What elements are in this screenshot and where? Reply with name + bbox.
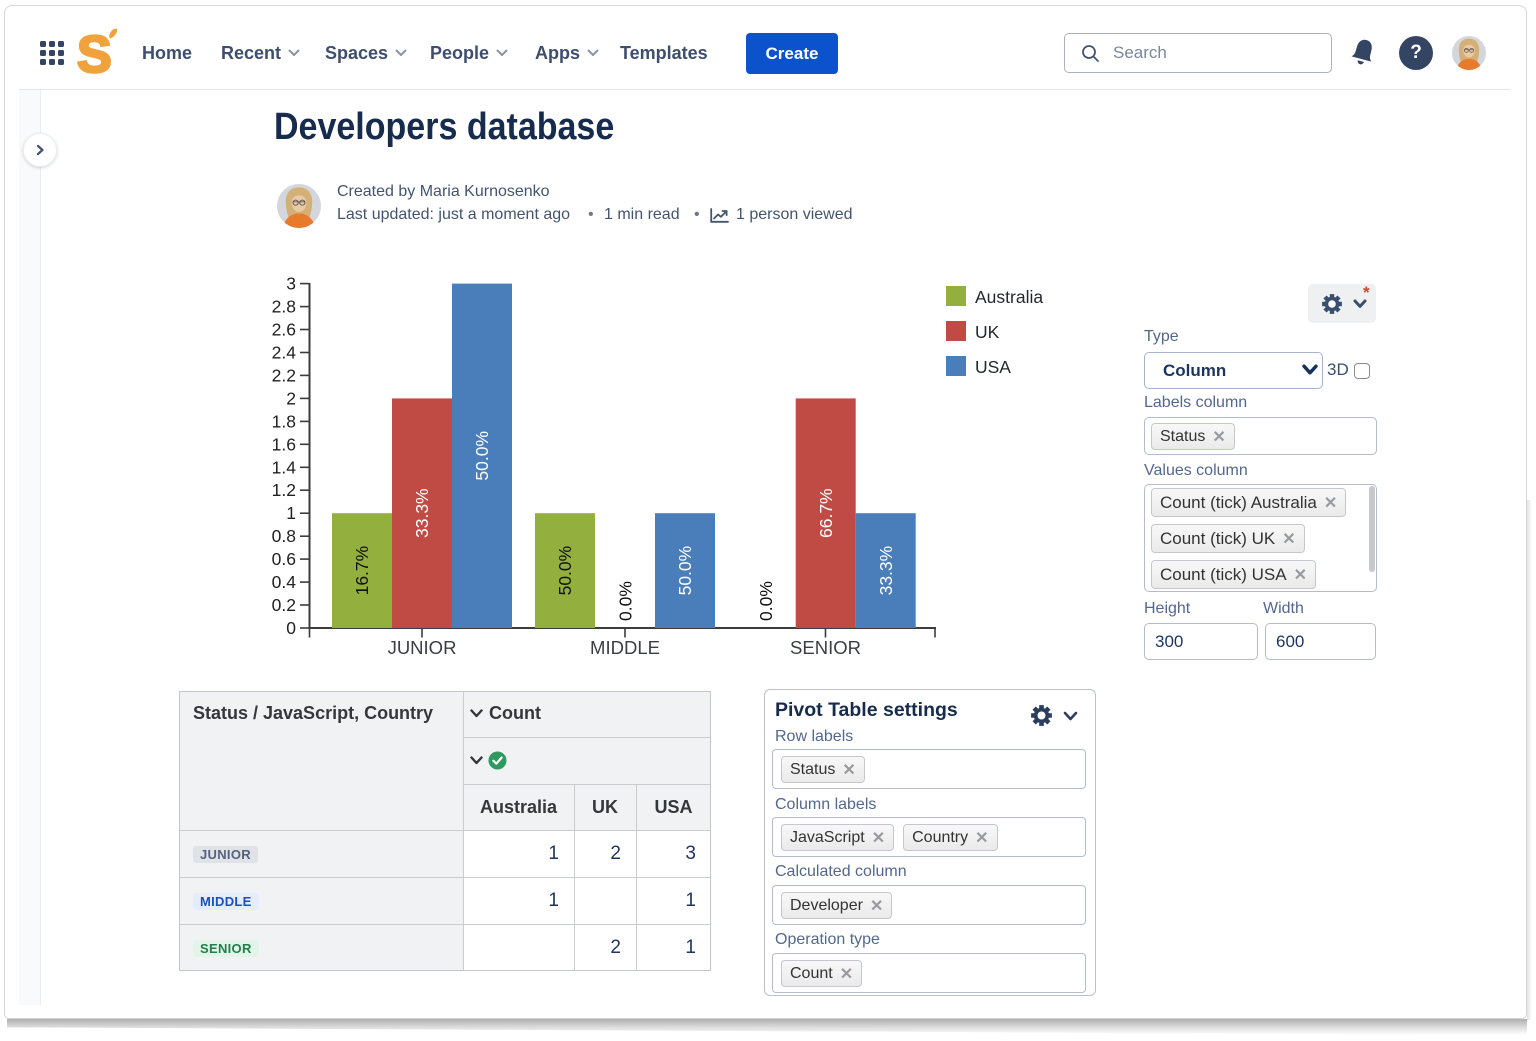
svg-text:2.2: 2.2 bbox=[272, 365, 296, 385]
svg-text:0.0%: 0.0% bbox=[616, 581, 636, 621]
svg-text:2: 2 bbox=[286, 388, 296, 408]
svg-text:0: 0 bbox=[286, 618, 296, 638]
svg-text:33.3%: 33.3% bbox=[876, 546, 896, 596]
svg-text:0.2: 0.2 bbox=[272, 595, 296, 615]
svg-text:16.7%: 16.7% bbox=[352, 546, 372, 596]
svg-text:50.0%: 50.0% bbox=[675, 546, 695, 596]
svg-text:33.3%: 33.3% bbox=[412, 488, 432, 538]
svg-text:0.8: 0.8 bbox=[272, 526, 296, 546]
svg-text:SENIOR: SENIOR bbox=[790, 637, 861, 658]
svg-text:2.8: 2.8 bbox=[272, 297, 296, 317]
svg-text:1.2: 1.2 bbox=[272, 480, 296, 500]
svg-text:1.6: 1.6 bbox=[272, 434, 296, 454]
svg-text:50.0%: 50.0% bbox=[472, 431, 492, 481]
svg-text:50.0%: 50.0% bbox=[555, 546, 575, 596]
svg-text:S: S bbox=[77, 27, 112, 79]
svg-text:1: 1 bbox=[286, 503, 296, 523]
svg-text:1.8: 1.8 bbox=[272, 411, 296, 431]
svg-text:1.4: 1.4 bbox=[272, 457, 297, 477]
svg-text:JUNIOR: JUNIOR bbox=[388, 637, 457, 658]
svg-text:MIDDLE: MIDDLE bbox=[590, 637, 660, 658]
svg-text:3: 3 bbox=[286, 274, 296, 294]
svg-text:2.4: 2.4 bbox=[272, 343, 297, 363]
svg-text:0.6: 0.6 bbox=[272, 549, 296, 569]
svg-text:2.6: 2.6 bbox=[272, 320, 296, 340]
svg-text:0.0%: 0.0% bbox=[756, 581, 776, 621]
svg-text:0.4: 0.4 bbox=[272, 572, 297, 592]
svg-text:66.7%: 66.7% bbox=[816, 488, 836, 538]
